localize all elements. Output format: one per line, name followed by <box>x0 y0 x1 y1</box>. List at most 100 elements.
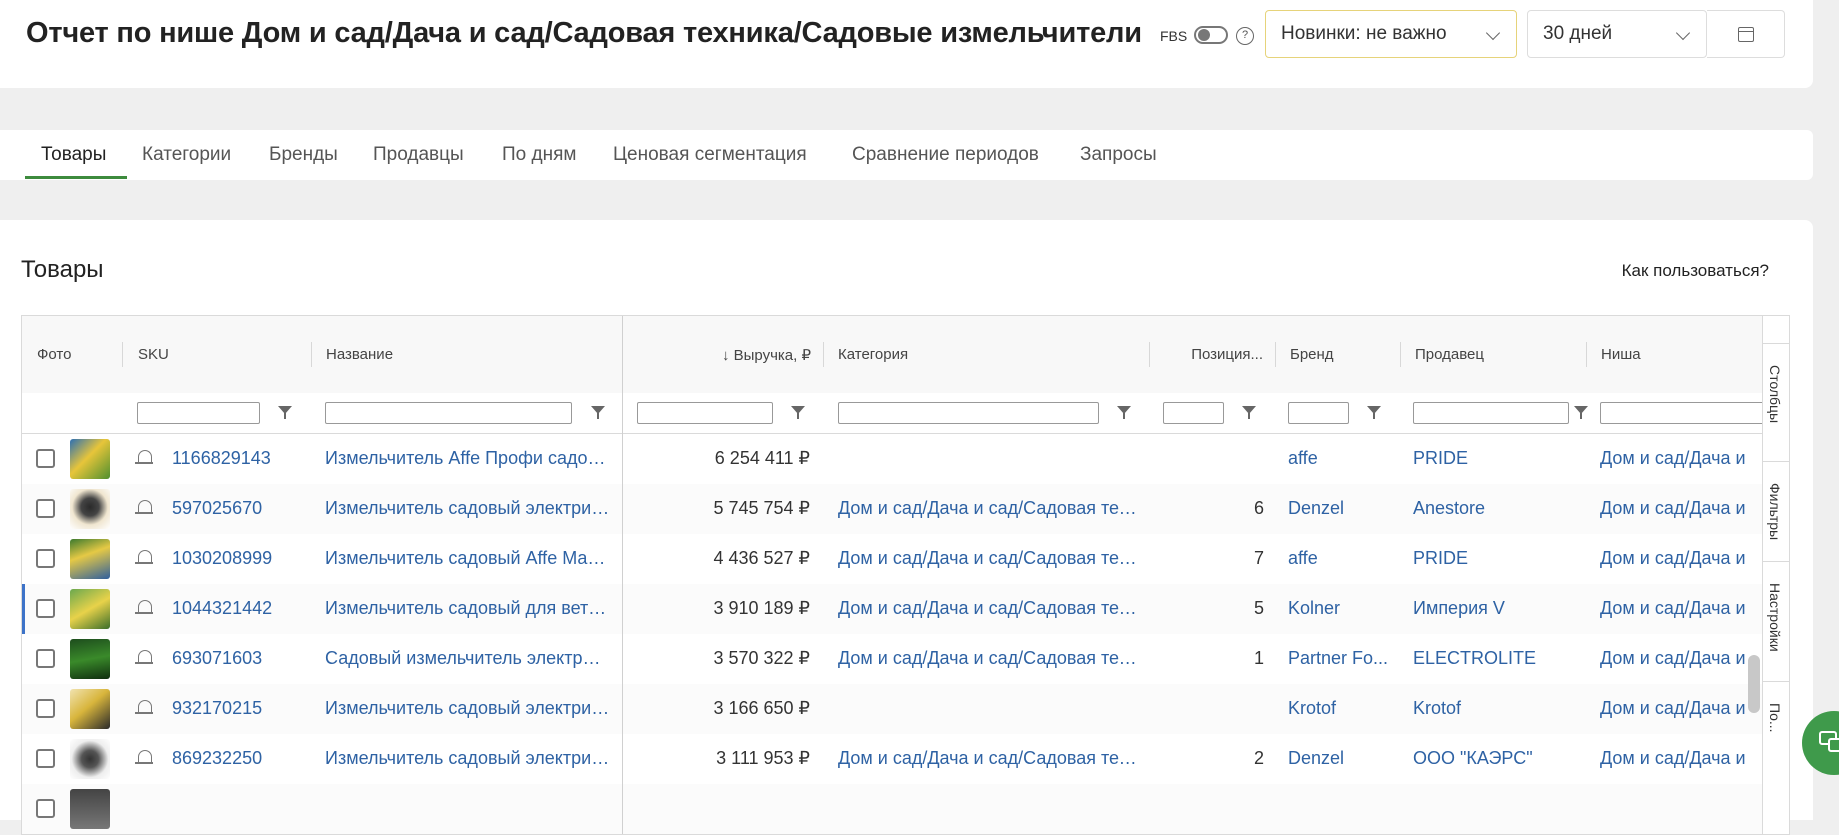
bell-icon[interactable] <box>135 550 153 564</box>
niche-link[interactable]: Дом и сад/Дача и <box>1600 598 1762 619</box>
tab-period-comparison[interactable]: Сравнение периодов <box>852 144 1039 166</box>
row-checkbox[interactable] <box>36 449 55 468</box>
product-name-link[interactable]: Измельчитель садовый для веток... <box>325 598 610 619</box>
bell-icon[interactable] <box>135 500 153 514</box>
seller-link[interactable]: Anestore <box>1413 498 1583 519</box>
sku-link[interactable]: 693071603 <box>172 648 302 669</box>
row-checkbox[interactable] <box>36 599 55 618</box>
product-name-link[interactable]: Измельчитель садовый электрич... <box>325 698 610 719</box>
seller-link[interactable]: ООО "КАЭРС" <box>1413 748 1583 769</box>
settings-panel-tab[interactable]: Настройки <box>1763 561 1789 682</box>
seller-link[interactable]: Krotof <box>1413 698 1583 719</box>
filter-icon[interactable] <box>1574 406 1588 419</box>
category-link[interactable]: Дом и сад/Дача и сад/Садовая тех... <box>838 748 1138 769</box>
table-row[interactable]: 932170215 Измельчитель садовый электрич.… <box>22 684 1762 735</box>
tab-products[interactable]: Товары <box>41 144 106 166</box>
row-checkbox[interactable] <box>36 699 55 718</box>
brand-filter-input[interactable] <box>1288 402 1349 424</box>
column-header-brand[interactable]: Бренд <box>1276 316 1400 392</box>
table-row[interactable]: 869232250 Измельчитель садовый электрич.… <box>22 734 1762 785</box>
category-link[interactable]: Дом и сад/Дача и сад/Садовая тех... <box>838 648 1138 669</box>
brand-link[interactable]: affe <box>1288 548 1393 569</box>
sku-link[interactable]: 869232250 <box>172 748 302 769</box>
filter-icon[interactable] <box>1242 406 1256 419</box>
niche-filter-input[interactable] <box>1600 402 1762 424</box>
table-row[interactable]: 1030208999 Измельчитель садовый Affe Мас… <box>22 534 1762 585</box>
filter-icon[interactable] <box>278 406 292 419</box>
position-filter-input[interactable] <box>1163 402 1224 424</box>
period-select[interactable]: 30 дней <box>1527 10 1707 58</box>
column-header-name[interactable]: Название <box>312 316 622 392</box>
seller-link[interactable]: Империя V <box>1413 598 1583 619</box>
row-checkbox[interactable] <box>36 799 55 818</box>
column-header-revenue[interactable]: ↓ Выручка, ₽ <box>623 316 823 392</box>
fbs-toggle[interactable] <box>1194 26 1228 44</box>
brand-link[interactable]: Kolner <box>1288 598 1393 619</box>
sku-link[interactable]: 1166829143 <box>172 448 302 469</box>
product-name-link[interactable]: Измельчитель садовый электрич... <box>325 748 610 769</box>
table-row[interactable]: 597025670 Измельчитель садовый электрич.… <box>22 484 1762 535</box>
row-checkbox[interactable] <box>36 499 55 518</box>
niche-link[interactable]: Дом и сад/Дача и <box>1600 448 1762 469</box>
tab-brands[interactable]: Бренды <box>269 144 338 166</box>
niche-link[interactable]: Дом и сад/Дача и <box>1600 498 1762 519</box>
column-header-category[interactable]: Категория <box>824 316 1149 392</box>
tab-price-segmentation[interactable]: Ценовая сегментация <box>613 144 807 166</box>
table-row[interactable] <box>22 784 1762 834</box>
category-link[interactable]: Дом и сад/Дача и сад/Садовая тех... <box>838 548 1138 569</box>
product-name-link[interactable]: Измельчитель садовый Affe Маст... <box>325 548 610 569</box>
filter-icon[interactable] <box>791 406 805 419</box>
tab-by-days[interactable]: По дням <box>502 144 576 166</box>
vertical-scrollbar[interactable] <box>1748 655 1760 713</box>
bell-icon[interactable] <box>135 450 153 464</box>
column-header-photo[interactable]: Фото <box>22 316 122 392</box>
sku-link[interactable]: 597025670 <box>172 498 302 519</box>
sku-link[interactable]: 932170215 <box>172 698 302 719</box>
brand-link[interactable]: Denzel <box>1288 748 1393 769</box>
niche-link[interactable]: Дом и сад/Дача и <box>1600 698 1762 719</box>
brand-link[interactable]: affe <box>1288 448 1393 469</box>
niche-link[interactable]: Дом и сад/Дача и <box>1600 648 1762 669</box>
table-row[interactable]: 1166829143 Измельчитель Affe Профи садов… <box>22 434 1762 485</box>
category-link[interactable]: Дом и сад/Дача и сад/Садовая тех... <box>838 498 1138 519</box>
new-products-select[interactable]: Новинки: не важно <box>1265 10 1517 58</box>
seller-link[interactable]: ELECTROLITE <box>1413 648 1583 669</box>
tab-queries[interactable]: Запросы <box>1080 144 1157 166</box>
how-to-use-link[interactable]: Как пользоваться? <box>1622 261 1769 281</box>
seller-filter-input[interactable] <box>1413 402 1569 424</box>
product-name-link[interactable]: Измельчитель садовый электрич... <box>325 498 610 519</box>
category-filter-input[interactable] <box>838 402 1099 424</box>
brand-link[interactable]: Denzel <box>1288 498 1393 519</box>
tab-sellers[interactable]: Продавцы <box>373 144 464 166</box>
sku-link[interactable]: 1030208999 <box>172 548 302 569</box>
category-link[interactable]: Дом и сад/Дача и сад/Садовая тех... <box>838 598 1138 619</box>
column-header-niche[interactable]: Ниша <box>1587 316 1762 392</box>
sku-link[interactable]: 1044321442 <box>172 598 302 619</box>
niche-link[interactable]: Дом и сад/Дача и <box>1600 548 1762 569</box>
bell-icon[interactable] <box>135 650 153 664</box>
bell-icon[interactable] <box>135 750 153 764</box>
columns-panel-tab[interactable]: Столбцы <box>1763 343 1789 462</box>
table-row[interactable]: 1044321442 Измельчитель садовый для вето… <box>22 584 1762 635</box>
table-row[interactable]: 693071603 Садовый измельчитель электрич.… <box>22 634 1762 685</box>
revenue-filter-input[interactable] <box>637 402 773 424</box>
more-panel-tab[interactable]: По... <box>1763 681 1789 781</box>
tab-categories[interactable]: Категории <box>142 144 231 166</box>
calendar-button[interactable] <box>1707 10 1785 58</box>
row-checkbox[interactable] <box>36 649 55 668</box>
niche-link[interactable]: Дом и сад/Дача и <box>1600 748 1762 769</box>
row-checkbox[interactable] <box>36 749 55 768</box>
filters-panel-tab[interactable]: Фильтры <box>1763 461 1789 562</box>
brand-link[interactable]: Partner Fo... <box>1288 648 1393 669</box>
row-checkbox[interactable] <box>36 549 55 568</box>
bell-icon[interactable] <box>135 700 153 714</box>
seller-link[interactable]: PRIDE <box>1413 448 1583 469</box>
filter-icon[interactable] <box>591 406 605 419</box>
product-name-link[interactable]: Садовый измельчитель электрич... <box>325 648 610 669</box>
filter-icon[interactable] <box>1117 406 1131 419</box>
name-filter-input[interactable] <box>325 402 572 424</box>
help-icon[interactable]: ? <box>1236 27 1254 45</box>
column-header-seller[interactable]: Продавец <box>1401 316 1586 392</box>
filter-icon[interactable] <box>1367 406 1381 419</box>
product-name-link[interactable]: Измельчитель Affe Профи садов... <box>325 448 610 469</box>
